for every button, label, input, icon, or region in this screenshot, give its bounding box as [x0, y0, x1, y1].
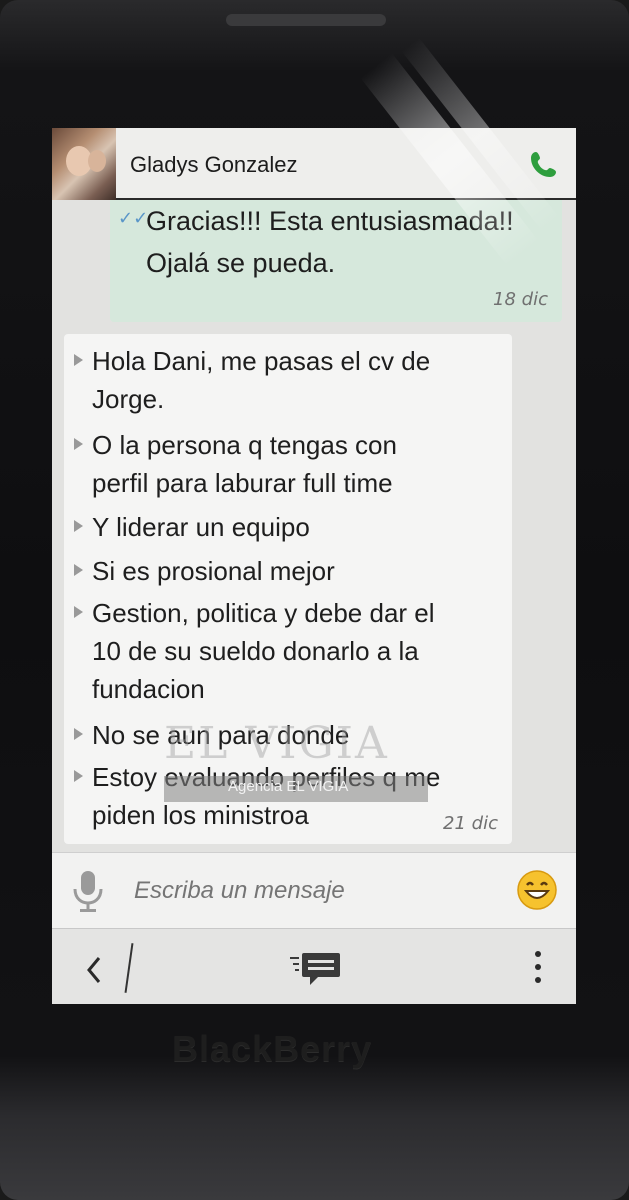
- message-text: Gracias!!! Esta entusiasmada!! Ojalá se …: [146, 200, 556, 284]
- more-vertical-icon[interactable]: [534, 949, 542, 985]
- microphone-icon[interactable]: [70, 869, 106, 913]
- message-input[interactable]: [134, 873, 504, 909]
- message-arrow-icon: [74, 438, 83, 450]
- message-timestamp: 18 dic: [493, 289, 548, 310]
- message-bubble-outgoing[interactable]: ✓✓ Gracias!!! Esta entusiasmada!! Ojalá …: [110, 200, 562, 322]
- message-timestamp: 21 dic: [443, 813, 498, 834]
- message-line: O la persona q tengas con: [92, 430, 397, 460]
- message-line: fundacion: [92, 674, 205, 704]
- contact-name[interactable]: Gladys Gonzalez: [130, 152, 298, 178]
- back-chevron-icon[interactable]: [82, 955, 106, 985]
- message-line: perfil para laburar full time: [92, 468, 393, 498]
- emoji-icon[interactable]: [516, 869, 558, 911]
- message-line: Ojalá se pueda.: [146, 248, 336, 278]
- compose-bar: [52, 852, 576, 928]
- message-arrow-icon: [74, 520, 83, 532]
- message-line: Si es prosional mejor: [92, 556, 335, 586]
- message-line: Gracias!!! Esta entusiasmada!!: [146, 206, 514, 236]
- avatar[interactable]: [52, 128, 116, 200]
- message-line: Y liderar un equipo: [92, 512, 310, 542]
- message-line: 10 de su sueldo donarlo a la: [92, 636, 419, 666]
- message-line: Gestion, politica y debe dar el: [92, 598, 435, 628]
- action-bar-divider: [124, 943, 134, 993]
- message-line: Jorge.: [92, 384, 165, 414]
- message-arrow-icon: [74, 770, 83, 782]
- phone-body: Gladys Gonzalez ✓✓ Gracias!!! Esta entus…: [0, 0, 629, 1200]
- screen: Gladys Gonzalez ✓✓ Gracias!!! Esta entus…: [52, 128, 576, 1004]
- device-brand-logo: BlackBerry: [172, 1028, 373, 1069]
- double-check-icon: ✓✓: [118, 208, 149, 229]
- message-arrow-icon: [74, 728, 83, 740]
- watermark-logo: EL VIGIA: [164, 718, 389, 769]
- action-bar: [52, 928, 576, 1004]
- chat-header: Gladys Gonzalez: [52, 128, 576, 200]
- message-line: Hola Dani, me pasas el cv de: [92, 346, 431, 376]
- message-arrow-icon: [74, 606, 83, 618]
- earpiece-speaker: [226, 14, 386, 26]
- message-arrow-icon: [74, 564, 83, 576]
- message-list[interactable]: ✓✓ Gracias!!! Esta entusiasmada!! Ojalá …: [52, 200, 576, 848]
- phone-icon[interactable]: [528, 148, 560, 180]
- message-arrow-icon: [74, 354, 83, 366]
- chat-icon[interactable]: [288, 949, 344, 987]
- watermark-caption: Agencia EL VIGIA: [228, 778, 349, 795]
